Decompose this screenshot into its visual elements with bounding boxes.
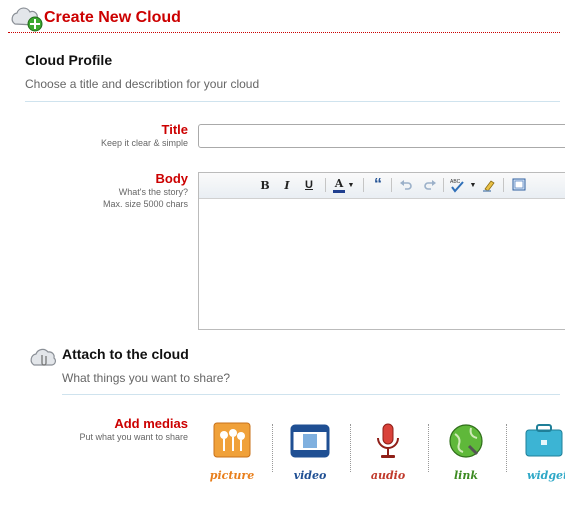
title-hint: Keep it clear & simple [100, 138, 188, 148]
media-separator [272, 424, 273, 472]
title-label: Title [161, 122, 189, 137]
cloud-add-icon [11, 7, 43, 32]
title-input[interactable] [198, 124, 565, 148]
svg-text:ABC: ABC [450, 179, 461, 185]
toolbar-separator [391, 178, 392, 192]
source-view-icon[interactable] [511, 177, 527, 193]
body-size-hint: Max. size 5000 chars [102, 199, 188, 209]
section-divider [62, 394, 560, 395]
media-video-button[interactable]: video [280, 422, 340, 482]
add-medias-label: Add medias [114, 416, 188, 431]
page-title: Create New Cloud [44, 9, 181, 26]
attach-section-title: Attach to the cloud [62, 346, 189, 362]
blockquote-button[interactable]: “ [371, 176, 385, 193]
section-divider [25, 101, 560, 102]
media-label: audio [370, 469, 406, 482]
body-textarea[interactable] [199, 199, 565, 331]
clear-format-icon[interactable] [481, 177, 497, 193]
media-audio-button[interactable]: audio [358, 422, 418, 482]
body-label-group: Body What's the story? Max. size 5000 ch… [103, 171, 188, 210]
profile-section-subtitle: Choose a title and describtion for your … [25, 77, 260, 91]
link-icon [449, 424, 483, 458]
title-label-group: Title Keep it clear & simple [101, 122, 188, 149]
undo-icon[interactable] [399, 177, 413, 193]
spellcheck-icon[interactable]: ABC [449, 177, 467, 193]
chevron-down-icon[interactable]: ▼ [469, 177, 477, 193]
medias-label-group: Add medias Put what you want to share [79, 416, 188, 443]
body-editor: B I U A ▼ “ ABC ▼ [198, 172, 565, 330]
picture-icon [213, 422, 251, 458]
underline-button[interactable]: U [303, 177, 315, 193]
bold-button[interactable]: B [259, 177, 271, 193]
media-label: video [293, 469, 327, 482]
widget-icon [525, 424, 563, 457]
audio-icon [377, 423, 399, 458]
media-label: link [454, 469, 478, 482]
media-label: picture [209, 469, 255, 482]
media-label: widget [527, 469, 565, 482]
profile-section-title: Cloud Profile [25, 52, 113, 68]
toolbar-separator [443, 178, 444, 192]
media-separator [506, 424, 507, 472]
media-separator [350, 424, 351, 472]
media-widget-button[interactable]: widget [514, 422, 565, 482]
chevron-down-icon[interactable]: ▼ [347, 177, 355, 193]
toolbar-separator [363, 178, 364, 192]
toolbar-separator [503, 178, 504, 192]
attach-section-subtitle: What things you want to share? [62, 371, 231, 385]
media-link-button[interactable]: link [436, 422, 496, 482]
video-icon [290, 424, 330, 458]
font-color-button[interactable]: A [333, 177, 345, 193]
toolbar-separator [325, 178, 326, 192]
body-hint: What's the story? [118, 187, 188, 197]
media-picture-button[interactable]: picture [202, 422, 262, 482]
cloud-attach-icon [30, 348, 56, 366]
body-label: Body [155, 171, 189, 186]
add-medias-hint: Put what you want to share [79, 432, 188, 442]
italic-button[interactable]: I [281, 177, 293, 193]
editor-toolbar: B I U A ▼ “ ABC ▼ [199, 173, 565, 199]
media-separator [428, 424, 429, 472]
redo-icon[interactable] [423, 177, 437, 193]
page-header: Create New Cloud [8, 6, 560, 33]
